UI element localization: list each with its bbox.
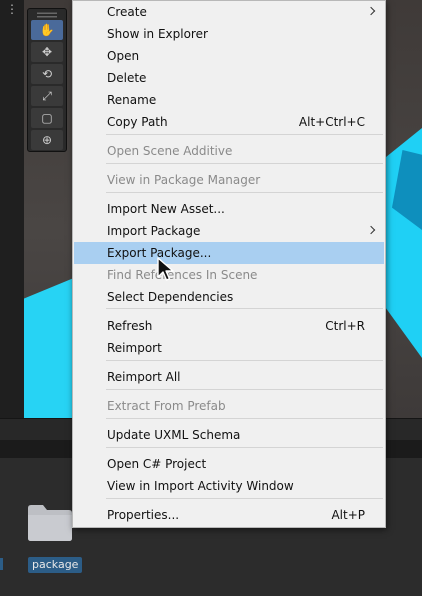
menu-separator: [106, 360, 383, 361]
menu-item-label: Reimport All: [107, 370, 181, 384]
menu-item-label: Properties...: [107, 508, 180, 522]
menu-item-label: View in Import Activity Window: [107, 479, 294, 493]
menu-item-export-package[interactable]: Export Package...: [74, 242, 384, 264]
menu-item-label: Copy Path: [107, 115, 168, 129]
menu-item-shortcut: Alt+Ctrl+C: [298, 115, 365, 129]
menu-item-label: Rename: [107, 93, 157, 107]
menu-item-copy-path[interactable]: Copy Path Alt+Ctrl+C: [74, 111, 384, 133]
menu-item-label: Import Package: [107, 224, 201, 238]
side-strip: ⋮: [0, 0, 24, 418]
transform-tool[interactable]: ⊕: [31, 130, 63, 150]
menu-item-open-csharp-project[interactable]: Open C# Project: [74, 453, 384, 475]
menu-separator: [106, 498, 383, 499]
transform-icon: ⊕: [41, 133, 53, 147]
hand-icon: ✋: [39, 23, 55, 37]
menu-separator: [106, 163, 383, 164]
menu-item-properties[interactable]: Properties... Alt+P: [74, 504, 384, 526]
menu-separator: [106, 308, 383, 309]
rotate-tool[interactable]: ⟲: [31, 64, 63, 84]
menu-item-view-in-import-activity-window[interactable]: View in Import Activity Window: [74, 475, 384, 497]
menu-item-label: Delete: [107, 71, 147, 85]
hand-tool[interactable]: ✋: [31, 20, 63, 40]
rect-icon: ▢: [41, 111, 53, 125]
folder-name-label[interactable]: package: [28, 557, 83, 573]
menu-separator: [106, 192, 383, 193]
menu-item-label: Find References In Scene: [107, 268, 258, 282]
kebab-icon[interactable]: ⋮: [6, 2, 18, 16]
menu-item-view-in-package-manager: View in Package Manager: [74, 169, 384, 191]
menu-separator: [106, 389, 383, 390]
menu-item-show-in-explorer[interactable]: Show in Explorer: [74, 23, 384, 45]
menu-item-extract-from-prefab: Extract From Prefab: [74, 395, 384, 417]
menu-item-label: Select Dependencies: [107, 290, 234, 304]
menu-item-find-references-in-scene: Find References In Scene: [74, 264, 384, 286]
menu-item-select-dependencies[interactable]: Select Dependencies: [74, 286, 384, 308]
menu-item-shortcut: Alt+P: [331, 508, 365, 522]
menu-item-label: Open Scene Additive: [107, 144, 233, 158]
menu-item-label: Extract From Prefab: [107, 399, 226, 413]
menu-separator: [106, 447, 383, 448]
menu-item-label: Reimport: [107, 341, 162, 355]
menu-item-delete[interactable]: Delete: [74, 67, 384, 89]
chevron-right-icon: [366, 225, 376, 235]
menu-item-rename[interactable]: Rename: [74, 89, 384, 111]
menu-item-label: View in Package Manager: [107, 173, 261, 187]
partial-selection-label: [0, 558, 3, 570]
arrow-cursor-icon: [157, 257, 174, 281]
menu-item-import-new-asset[interactable]: Import New Asset...: [74, 198, 384, 220]
menu-item-open-scene-additive: Open Scene Additive: [74, 140, 384, 162]
menu-item-reimport-all[interactable]: Reimport All: [74, 366, 384, 388]
menu-item-reimport[interactable]: Reimport: [74, 337, 384, 359]
scale-tool[interactable]: ⤢: [31, 86, 63, 106]
menu-item-open[interactable]: Open: [74, 45, 384, 67]
move-tool[interactable]: ✥: [31, 42, 63, 62]
folder-icon[interactable]: [26, 502, 74, 542]
menu-item-import-package[interactable]: Import Package: [74, 220, 384, 242]
menu-item-label: Refresh: [107, 319, 153, 333]
palette-grip[interactable]: [37, 12, 57, 18]
menu-item-label: Open: [107, 49, 140, 63]
chevron-right-icon: [366, 6, 376, 16]
menu-separator: [106, 134, 383, 135]
rect-tool[interactable]: ▢: [31, 108, 63, 128]
menu-separator: [106, 418, 383, 419]
rotate-icon: ⟲: [41, 67, 53, 81]
menu-item-label: Open C# Project: [107, 457, 207, 471]
menu-item-create[interactable]: Create: [74, 1, 384, 23]
menu-item-refresh[interactable]: Refresh Ctrl+R: [74, 315, 384, 337]
menu-item-label: Update UXML Schema: [107, 428, 241, 442]
menu-item-update-uxml-schema[interactable]: Update UXML Schema: [74, 424, 384, 446]
menu-item-label: Create: [107, 5, 147, 19]
menu-item-label: Show in Explorer: [107, 27, 208, 41]
move-icon: ✥: [41, 45, 53, 59]
menu-item-label: Import New Asset...: [107, 202, 225, 216]
context-menu: Create Show in Explorer Open Delete Rename Co…: [72, 0, 386, 528]
scene-tools-palette: ✋ ✥ ⟲ ⤢ ▢ ⊕: [27, 8, 67, 152]
menu-item-shortcut: Ctrl+R: [325, 319, 365, 333]
scale-icon: ⤢: [42, 89, 52, 103]
